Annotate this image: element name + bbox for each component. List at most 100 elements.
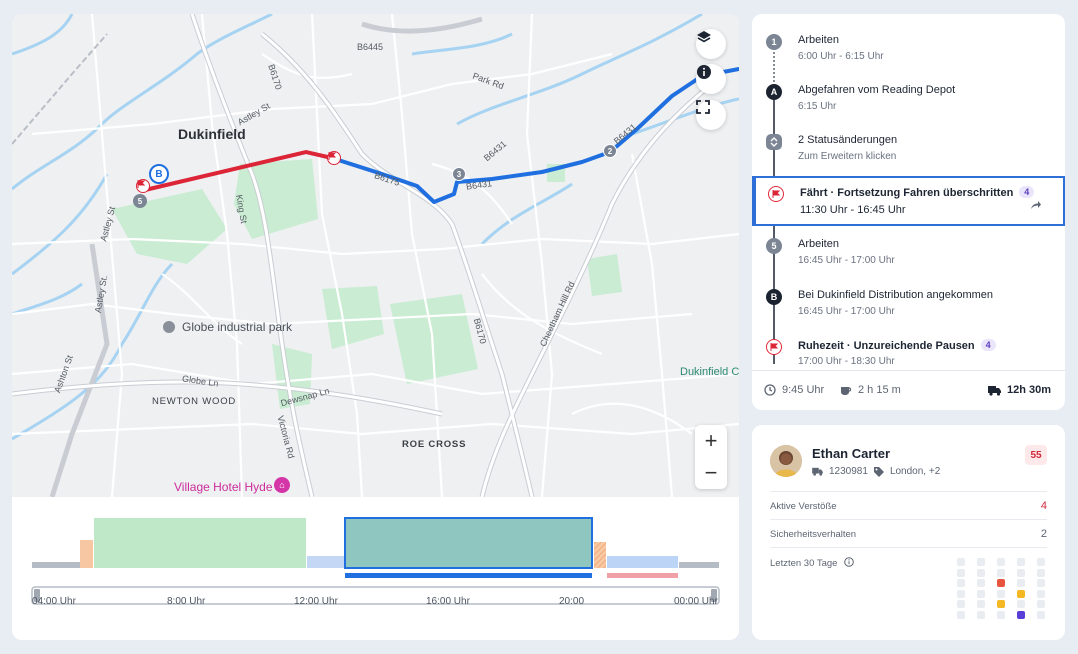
timeline-violation-bar — [607, 573, 678, 578]
stat-last-30-days: Letzten 30 Tage — [770, 547, 1047, 627]
driver-vehicle: 1230981 — [829, 466, 868, 477]
events-panel: 1 Arbeiten 6:00 Uhr - 6:15 Uhr A Abgefah… — [752, 14, 1065, 410]
activity-day-cell — [977, 600, 985, 608]
map-label-poi: Dukinfield C — [680, 366, 739, 378]
stat-label: Sicherheitsverhalten — [770, 529, 857, 540]
stat-label: Aktive Verstöße — [770, 501, 837, 512]
timeline-segment-work-violation — [594, 542, 606, 568]
clock-icon — [764, 384, 776, 396]
timeline-segment-drive — [607, 556, 678, 568]
fullscreen-button[interactable] — [696, 100, 726, 130]
driver-panel: Ethan Carter 1230981 London, +2 55 Aktiv… — [752, 425, 1065, 640]
activity-day-cell — [1037, 568, 1045, 577]
map-marker-3[interactable]: 3 — [452, 167, 466, 181]
event-badge: 4 — [1019, 186, 1035, 198]
zoom-out-button[interactable]: − — [695, 457, 727, 489]
map-flag-icon[interactable] — [136, 179, 150, 193]
shift-summary: 9:45 Uhr 2 h 15 m 12h 30m — [752, 370, 1065, 410]
timeline[interactable]: 04:00 Uhr 8:00 Uhr 12:00 Uhr 16:00 Uhr 2… — [12, 497, 739, 640]
event-title: Bei Dukinfield Distribution angekommen — [798, 289, 994, 301]
summary-start-value: 9:45 Uhr — [782, 384, 825, 396]
summary-total-value: 12h 30m — [1006, 384, 1051, 396]
map-label-area: NEWTON WOOD — [152, 396, 237, 407]
activity-day-cell — [957, 589, 965, 598]
event-list: 1 Arbeiten 6:00 Uhr - 6:15 Uhr A Abgefah… — [752, 14, 1065, 370]
activity-day-cell — [1017, 589, 1025, 598]
event-badge: 4 — [980, 339, 996, 351]
driver-meta: 1230981 London, +2 — [812, 466, 940, 477]
timeline-segment-work — [80, 540, 93, 568]
hotel-icon: ⌂ — [274, 477, 290, 493]
summary-break: 2 h 15 m — [840, 384, 901, 396]
activity-day-cell — [977, 579, 985, 587]
activity-day-cell — [1037, 589, 1045, 598]
activity-day-cell — [1037, 558, 1045, 566]
event-title: Arbeiten — [798, 238, 839, 250]
map[interactable]: B 5 3 2 Dukinfield B6445 Park Rd B6170 A… — [12, 14, 739, 497]
timeline-segment-rest — [94, 518, 306, 568]
coffee-icon — [841, 387, 852, 395]
event-item-collapsed[interactable]: 2 Statusänderungen Zum Erweitern klicken — [752, 114, 1065, 164]
event-title: Ruhezeit · Unzureichende Pausen 4 — [798, 339, 996, 352]
event-time: 6:15 Uhr — [798, 101, 837, 112]
info-button[interactable] — [696, 64, 726, 94]
stat-safety[interactable]: Sicherheitsverhalten 2 — [770, 519, 1047, 547]
truck-clock-icon — [987, 386, 1001, 396]
timeline-selected-bar — [345, 573, 592, 578]
activity-day-cell — [977, 589, 985, 598]
activity-day-cell — [1037, 600, 1045, 608]
map-marker-2[interactable]: 2 — [603, 144, 617, 158]
map-card: B 5 3 2 Dukinfield B6445 Park Rd B6170 A… — [12, 14, 739, 640]
driver-score-badge: 55 — [1025, 445, 1047, 465]
map-marker-b[interactable]: B — [149, 164, 169, 184]
summary-break-value: 2 h 15 m — [858, 384, 901, 396]
summary-total: 12h 30m — [987, 384, 1051, 396]
timeline-segment-off — [679, 562, 719, 568]
map-flag-icon[interactable] — [327, 151, 341, 165]
event-title: 2 Statusänderungen — [798, 134, 898, 146]
activity-day-cell — [1017, 610, 1025, 619]
activity-day-cell — [977, 610, 985, 619]
flag-icon — [768, 186, 784, 202]
share-icon[interactable] — [1029, 198, 1041, 210]
map-label-road: B6445 — [357, 42, 384, 52]
stat-value: 2 — [1040, 528, 1047, 540]
timeline-tick: 8:00 Uhr — [167, 596, 206, 607]
map-canvas — [12, 14, 739, 497]
map-label-area: ROE CROSS — [402, 439, 467, 450]
timeline-tick: 00:00 Uhr — [674, 596, 718, 607]
activity-day-cell — [997, 600, 1005, 608]
event-item[interactable]: B Bei Dukinfield Distribution angekommen… — [752, 269, 1065, 319]
event-item[interactable]: 1 Arbeiten 6:00 Uhr - 6:15 Uhr — [752, 14, 1065, 64]
event-item[interactable]: Ruhezeit · Unzureichende Pausen 4 17:00 U… — [752, 319, 1065, 369]
event-item[interactable]: 5 Arbeiten 16:45 Uhr - 17:00 Uhr — [752, 218, 1065, 268]
activity-day-cell — [957, 579, 965, 587]
activity-grid — [957, 558, 1047, 624]
summary-start: 9:45 Uhr — [764, 384, 824, 396]
tag-icon — [873, 466, 884, 477]
zoom-in-button[interactable]: + — [695, 425, 727, 457]
event-marker: B — [766, 289, 782, 305]
activity-day-cell — [957, 610, 965, 619]
activity-day-cell — [1017, 600, 1025, 608]
map-marker-5[interactable]: 5 — [133, 194, 147, 208]
info-icon — [697, 65, 711, 79]
timeline-segment-selected — [344, 517, 593, 569]
stat-label: Letzten 30 Tage — [770, 557, 854, 569]
expand-icon — [766, 134, 782, 150]
driver-location: London, +2 — [889, 466, 941, 477]
fullscreen-icon — [696, 100, 710, 114]
activity-day-cell — [957, 568, 965, 577]
driver-name: Ethan Carter — [812, 446, 891, 461]
event-title: Arbeiten — [798, 34, 839, 46]
timeline-chart — [31, 517, 720, 605]
info-icon[interactable] — [844, 557, 854, 567]
timeline-tick: 12:00 Uhr — [294, 596, 338, 607]
stat-active-violations[interactable]: Aktive Verstöße 4 — [770, 491, 1047, 519]
layers-button[interactable] — [696, 29, 726, 59]
avatar — [770, 445, 802, 477]
event-time: 17:00 Uhr - 18:30 Uhr — [798, 356, 895, 367]
activity-day-cell — [1037, 579, 1045, 587]
event-item[interactable]: A Abgefahren vom Reading Depot 6:15 Uhr — [752, 64, 1065, 114]
zoom-control: + − — [695, 425, 727, 489]
